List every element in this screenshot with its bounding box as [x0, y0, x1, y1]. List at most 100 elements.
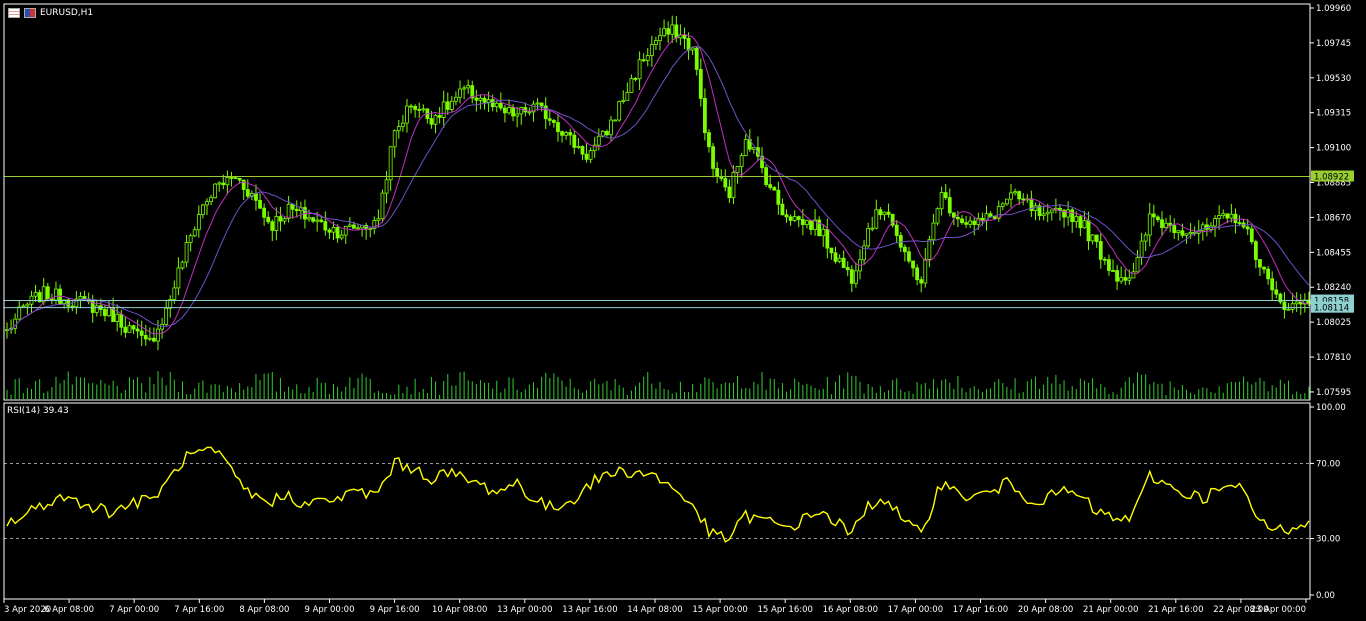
candle-body — [449, 100, 454, 110]
candle-body — [515, 113, 520, 117]
candle-body — [388, 146, 393, 181]
time-tick-label: 13 Apr 16:00 — [562, 605, 617, 615]
candle-body — [437, 115, 442, 118]
candle-body — [1290, 303, 1295, 310]
candle-body — [45, 286, 50, 300]
candle-body — [1102, 258, 1107, 261]
candle-body — [968, 220, 973, 225]
candle-body — [421, 108, 426, 111]
candle-body — [490, 99, 495, 108]
candle-body — [115, 313, 120, 322]
candle-body — [572, 134, 577, 148]
candle-body — [331, 227, 336, 233]
candle-body — [1094, 234, 1099, 242]
candle-body — [25, 303, 30, 307]
candle-body — [1204, 224, 1209, 230]
candle-body — [682, 34, 687, 39]
candle-body — [433, 115, 438, 125]
candle-body — [596, 135, 601, 146]
time-tick-label: 13 Apr 00:00 — [497, 605, 552, 615]
candle-body — [707, 132, 711, 148]
rsi-tick-label: 30.00 — [1316, 535, 1340, 545]
time-tick-label: 7 Apr 00:00 — [109, 605, 159, 615]
candle-body — [478, 97, 483, 101]
candle-body — [343, 225, 348, 236]
candle-body — [262, 207, 267, 218]
candle-body — [992, 216, 997, 219]
candle-body — [507, 107, 511, 114]
candle-body — [135, 328, 140, 332]
candle-body — [1249, 228, 1254, 243]
candle-body — [874, 209, 879, 229]
candle-body — [882, 211, 887, 216]
candle-body — [290, 203, 295, 210]
candle-body — [180, 261, 185, 269]
candle-body — [188, 235, 193, 243]
candle-body — [123, 326, 128, 333]
candle-body — [809, 220, 813, 230]
candle-body — [1009, 192, 1013, 200]
candle-body — [666, 28, 671, 35]
candle-body — [674, 24, 679, 39]
candle-body — [825, 228, 830, 249]
candle-body — [1184, 233, 1189, 236]
candle-body — [947, 197, 952, 214]
candle-body — [339, 234, 344, 239]
candle-body — [715, 168, 720, 178]
candle-body — [458, 88, 462, 98]
candle-body — [588, 150, 593, 160]
candle-body — [670, 24, 675, 35]
candle-body — [258, 199, 262, 209]
candle-body — [568, 132, 573, 136]
candle-body — [176, 267, 181, 289]
candle-body — [429, 118, 434, 125]
candle-body — [605, 130, 609, 136]
candle-body — [723, 178, 728, 188]
time-tick-label: 17 Apr 16:00 — [953, 605, 1008, 615]
candle-body — [1200, 224, 1205, 232]
candle-body — [392, 130, 397, 148]
time-tick-label: 14 Apr 08:00 — [627, 605, 682, 615]
candle-body — [70, 305, 75, 308]
candle-body — [894, 224, 899, 236]
candle-body — [854, 270, 858, 284]
symbol-label: EURUSD,H1 — [40, 8, 94, 18]
candle-body — [156, 328, 160, 342]
candle-body — [960, 218, 964, 224]
candle-body — [951, 212, 956, 218]
candle-body — [294, 208, 299, 212]
time-tick-label: 15 Apr 00:00 — [692, 605, 747, 615]
candle-body — [184, 242, 189, 263]
chart-window-icon[interactable] — [8, 8, 20, 18]
time-tick-label: 21 Apr 16:00 — [1148, 605, 1203, 615]
price-tick-label: 1.09960 — [1316, 4, 1351, 14]
candle-body — [1005, 198, 1009, 205]
candle-body — [1082, 220, 1087, 229]
price-tick-label: 1.07810 — [1316, 353, 1351, 363]
candle-body — [792, 216, 797, 221]
candle-body — [584, 153, 589, 160]
candle-body — [103, 309, 107, 317]
candle-body — [356, 227, 360, 230]
candle-body — [323, 221, 328, 231]
candle-body — [119, 313, 124, 328]
candle-body — [829, 247, 834, 254]
candle-body — [702, 98, 707, 134]
rsi-tick-label: 70.00 — [1316, 459, 1340, 469]
candle-body — [1221, 213, 1226, 216]
candle-body — [1066, 209, 1071, 218]
candle-body — [1282, 301, 1287, 311]
candle-body — [274, 216, 279, 231]
candle-body — [519, 107, 524, 115]
candle-body — [1147, 213, 1152, 236]
candle-body — [1041, 213, 1046, 217]
candle-body — [645, 55, 650, 61]
candle-body — [780, 203, 785, 216]
candle-body — [413, 105, 418, 110]
candle-body — [307, 217, 311, 220]
price-tick-label: 1.08025 — [1316, 318, 1351, 328]
time-tick-label: 16 Apr 08:00 — [823, 605, 878, 615]
candle-body — [1127, 277, 1132, 281]
candle-body — [1139, 240, 1144, 258]
candle-body — [576, 146, 581, 148]
